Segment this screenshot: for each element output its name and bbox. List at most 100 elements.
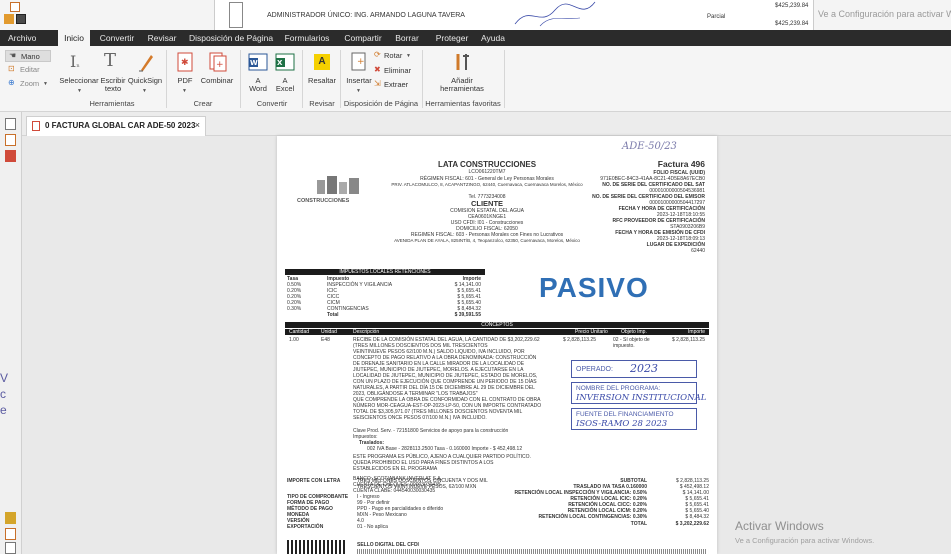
file-icon[interactable] bbox=[10, 2, 20, 12]
escribir-texto-button[interactable]: T Escribir texto bbox=[100, 50, 126, 96]
imp-row-tasa: 0.30% bbox=[287, 306, 302, 312]
tools-icon bbox=[456, 54, 469, 70]
a-word-button[interactable]: W A Word bbox=[246, 50, 270, 96]
folder-icon[interactable] bbox=[4, 14, 14, 24]
concept-importe: $ 2,828,113.25 bbox=[672, 337, 705, 343]
document-viewport[interactable]: ADE-50/23 CONSTRUCCIONES LATA CONSTRUCCI… bbox=[22, 136, 951, 554]
publico-line: ESTABLECIDOS EN EL PROGRAMA bbox=[353, 466, 438, 472]
combinar-label: Combinar bbox=[200, 76, 234, 85]
rotate-icon: ⟳ bbox=[374, 50, 381, 59]
pen-icon bbox=[139, 55, 153, 72]
concept-cols-bar: Cantidad Unidad Descripción Precio Unita… bbox=[285, 329, 709, 335]
total-value: $ 8,484.32 bbox=[685, 514, 709, 520]
programa-stamp: NOMBRE DEL PROGRAMA: INVERSION INSTITUCI… bbox=[571, 382, 706, 404]
programa-hand: INVERSION INSTITUCIONAL bbox=[576, 393, 707, 403]
attachments-icon[interactable] bbox=[5, 150, 16, 162]
qr-code-icon bbox=[287, 540, 347, 554]
signatures-icon[interactable] bbox=[5, 528, 16, 540]
cliente-address: AVENIDA PLAN DE AYALA, 825INT/B, 4, Teop… bbox=[394, 238, 580, 243]
handwritten-reference: ADE-50/23 bbox=[622, 141, 677, 152]
combine-icon: + bbox=[209, 52, 227, 72]
ribbon-separator bbox=[340, 50, 341, 108]
chevron-down-icon: ▼ bbox=[43, 81, 48, 87]
tab-archivo[interactable]: Archivo bbox=[8, 30, 36, 46]
close-icon[interactable]: × bbox=[195, 120, 200, 130]
mano-tool[interactable]: ☚ Mano bbox=[5, 50, 51, 62]
ribbon-separator bbox=[422, 50, 423, 108]
app-window: ADMINISTRADOR ÚNICO: ING. ARMANDO LAGUNA… bbox=[0, 0, 951, 554]
pdf-page: ADE-50/23 CONSTRUCCIONES LATA CONSTRUCCI… bbox=[277, 136, 717, 554]
page-thumbnails-icon[interactable] bbox=[5, 118, 16, 130]
concept-obj: 02 - Sí objeto de impuesto. bbox=[613, 337, 650, 349]
document-tab-bar: 0 FACTURA GLOBAL CAR ADE-50 2023 × bbox=[22, 112, 951, 136]
background-watermark: Ve a Configuración para activar Window bbox=[818, 9, 951, 19]
extraer-button[interactable]: ⇲ Extraer bbox=[374, 79, 418, 91]
bleed-char: c bbox=[0, 387, 6, 401]
ribbon-separator bbox=[166, 50, 167, 108]
zoom-tool[interactable]: ⊕ Zoom ▼ bbox=[5, 78, 51, 90]
chevron-down-icon: ▼ bbox=[77, 88, 82, 94]
company-name: LATA CONSTRUCCIONES bbox=[437, 160, 537, 169]
editar-label: Editar bbox=[20, 65, 40, 74]
group-convertir: Convertir bbox=[256, 99, 288, 108]
group-crear: Crear bbox=[193, 99, 213, 108]
impuestos-header: IMPUESTOS LOCALES RETENCIONES bbox=[339, 269, 431, 275]
group-revisar: Revisar bbox=[309, 99, 335, 108]
group-favoritas: Herramientas favoritas bbox=[425, 99, 501, 108]
tab-proteger[interactable]: Proteger bbox=[432, 30, 472, 46]
tab-compartir[interactable]: Compartir bbox=[340, 30, 386, 46]
tab-convertir[interactable]: Convertir bbox=[96, 30, 138, 46]
resaltar-button[interactable]: A Resaltar bbox=[306, 50, 338, 96]
escribir-label-2: texto bbox=[104, 84, 122, 93]
edit-icon: ⊡ bbox=[8, 64, 15, 73]
anadir-herramientas-button[interactable]: Añadir herramientas bbox=[430, 50, 494, 96]
sello-data bbox=[357, 549, 707, 554]
combinar-button[interactable]: + Combinar bbox=[200, 50, 234, 96]
editar-tool[interactable]: ⊡ Editar bbox=[5, 64, 51, 76]
quicksign-button[interactable]: QuickSign ▼ bbox=[128, 50, 162, 96]
tab-formularios[interactable]: Formularios bbox=[282, 30, 332, 46]
col-cantidad: Cantidad bbox=[289, 329, 310, 335]
bookmarks-icon[interactable] bbox=[5, 134, 16, 146]
word-icon: W bbox=[248, 53, 268, 71]
tab-revisar[interactable]: Revisar bbox=[144, 30, 180, 46]
ribbon-separator bbox=[302, 50, 303, 108]
hand-icon: ☚ bbox=[9, 51, 17, 60]
window-icon[interactable] bbox=[16, 14, 26, 24]
fuente-stamp: FUENTE DEL FINANCIAMIENTO ISOS-RAMO 28 2… bbox=[571, 408, 697, 430]
ribbon-separator bbox=[240, 50, 241, 108]
svg-text:✱: ✱ bbox=[181, 58, 189, 68]
company-rfc: LCO061220TM7 bbox=[468, 169, 506, 175]
operado-stamp: OPERADO: 2023 bbox=[571, 360, 697, 378]
eliminar-label: Eliminar bbox=[384, 66, 412, 75]
document-tab-title: 0 FACTURA GLOBAL CAR ADE-50 2023 bbox=[45, 121, 196, 130]
col-precio: Precio Unitario bbox=[575, 329, 608, 335]
document-tab[interactable]: 0 FACTURA GLOBAL CAR ADE-50 2023 × bbox=[26, 116, 206, 136]
bleed-char: V bbox=[0, 371, 9, 385]
concept-price: $ 2,828,113.25 bbox=[563, 337, 596, 343]
col-unidad: Unidad bbox=[321, 329, 337, 335]
seleccionar-label: Seleccionar bbox=[59, 76, 99, 85]
insertar-button[interactable]: + Insertar ▼ bbox=[344, 50, 374, 96]
layers-icon[interactable] bbox=[5, 542, 16, 554]
fuente-hand: ISOS-RAMO 28 2023 bbox=[576, 419, 668, 429]
comments-icon[interactable] bbox=[5, 512, 16, 524]
tab-disposicion[interactable]: Disposición de Página bbox=[188, 30, 274, 46]
tab-borrar[interactable]: Borrar bbox=[392, 30, 422, 46]
rotar-button[interactable]: ⟳ Rotar ▼ bbox=[374, 50, 418, 62]
pdf-button[interactable]: ✱ PDF ▼ bbox=[172, 50, 198, 96]
tab-inicio[interactable]: Inicio bbox=[58, 30, 90, 46]
concept-unit: E48 bbox=[321, 337, 330, 343]
activate-windows-subtitle: Ve a Configuración para activar Windows. bbox=[735, 536, 875, 545]
ribbon-separator bbox=[504, 50, 505, 108]
tab-ayuda[interactable]: Ayuda bbox=[478, 30, 508, 46]
svg-text:X: X bbox=[277, 59, 283, 67]
impuestos-header-bar: IMPUESTOS LOCALES RETENCIONES bbox=[285, 269, 485, 275]
seleccionar-button[interactable]: Iₙ Seleccionar ▼ bbox=[59, 50, 98, 96]
factura-number: Factura 496 bbox=[657, 159, 705, 169]
delete-page-icon: ✖ bbox=[374, 65, 381, 74]
pdf-file-icon bbox=[32, 121, 40, 131]
a-excel-button[interactable]: X A Excel bbox=[272, 50, 298, 96]
svg-text:+: + bbox=[216, 60, 224, 70]
eliminar-button[interactable]: ✖ Eliminar bbox=[374, 65, 418, 77]
